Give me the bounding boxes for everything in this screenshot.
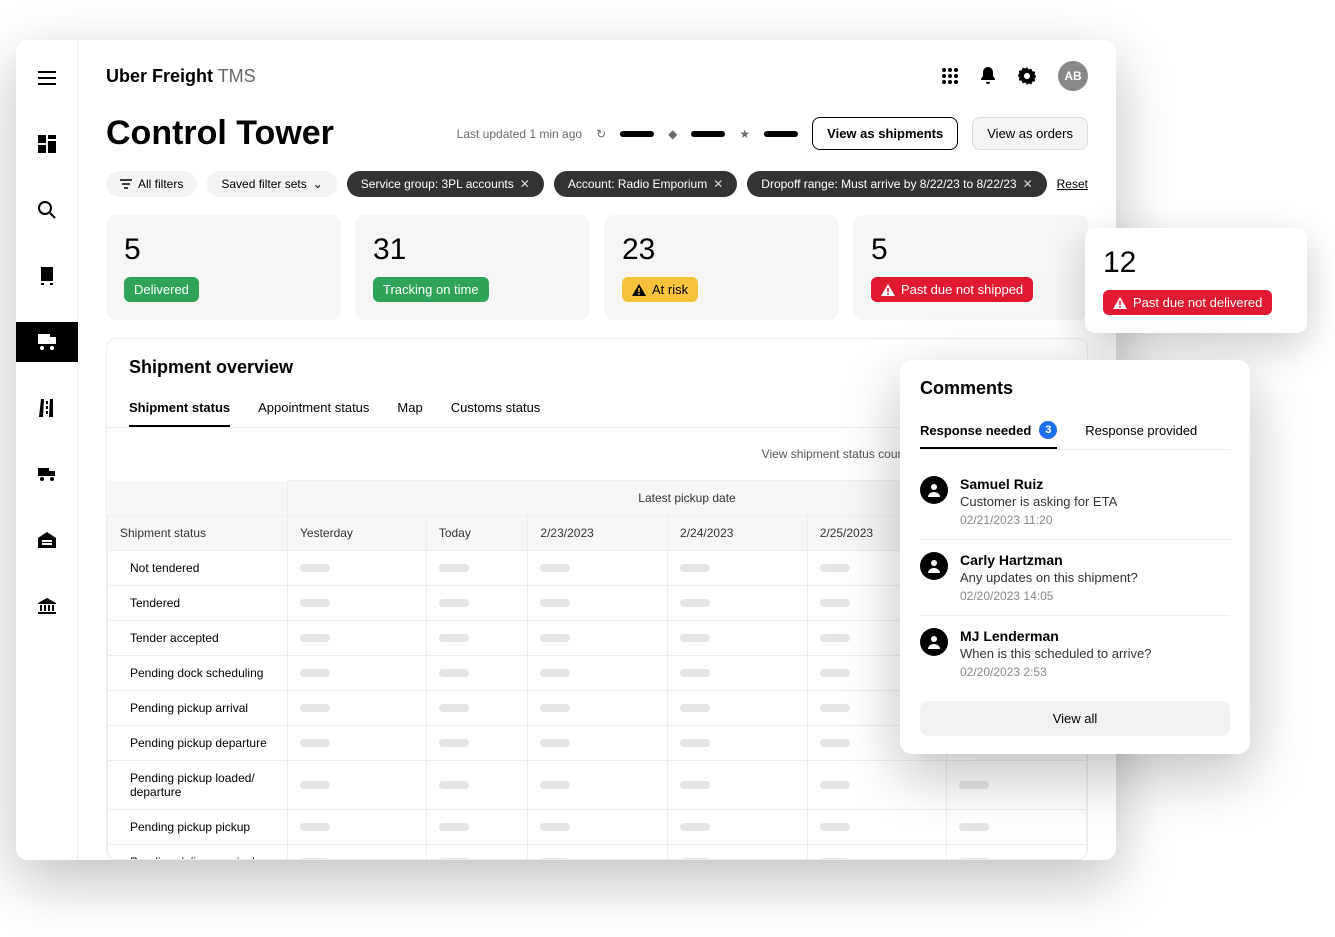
tab-customs-status[interactable]: Customs status (451, 390, 541, 427)
comment-item[interactable]: MJ LendermanWhen is this scheduled to ar… (920, 616, 1230, 691)
tab-response-needed[interactable]: Response needed3 (920, 413, 1057, 449)
comment-item[interactable]: Carly HartzmanAny updates on this shipme… (920, 540, 1230, 616)
comments-panel: Comments Response needed3 Response provi… (900, 360, 1250, 754)
close-icon[interactable]: ✕ (1023, 177, 1033, 191)
tab-shipment-status[interactable]: Shipment status (129, 390, 230, 427)
bank-icon[interactable] (27, 586, 67, 626)
brand: Uber Freight TMS (106, 66, 256, 87)
all-filters-chip[interactable]: All filters (106, 171, 197, 197)
filter-chip[interactable]: Service group: 3PL accounts✕ (347, 171, 544, 197)
status-card-overflow[interactable]: 12 Past due not delivered (1085, 228, 1307, 333)
view-as-orders-button[interactable]: View as orders (972, 117, 1088, 150)
table-row[interactable]: Pending pickup pickup (108, 810, 1087, 845)
comments-title: Comments (920, 378, 1230, 399)
tab-appointment-status[interactable]: Appointment status (258, 390, 369, 427)
reset-link[interactable]: Reset (1057, 177, 1088, 191)
user-icon (920, 552, 948, 580)
status-card[interactable]: 5Past due not shipped (853, 215, 1088, 320)
view-all-button[interactable]: View all (920, 701, 1230, 736)
topbar: Uber Freight TMS AB (106, 58, 1088, 94)
status-cards: 5Delivered 31Tracking on time 23At risk … (106, 215, 1088, 320)
close-icon[interactable]: ✕ (520, 177, 530, 191)
dashboard-icon[interactable] (27, 124, 67, 164)
avatar[interactable]: AB (1058, 61, 1088, 91)
status-card[interactable]: 31Tracking on time (355, 215, 590, 320)
status-card[interactable]: 5Delivered (106, 215, 341, 320)
comment-item[interactable]: Samuel RuizCustomer is asking for ETA02/… (920, 464, 1230, 540)
truck-icon[interactable] (27, 454, 67, 494)
user-icon (920, 476, 948, 504)
apps-icon[interactable] (942, 68, 958, 84)
saved-filters-chip[interactable]: Saved filter sets ⌄ (207, 171, 336, 197)
orders-icon[interactable] (27, 256, 67, 296)
user-icon (920, 628, 948, 656)
view-as-shipments-button[interactable]: View as shipments (812, 117, 958, 150)
gear-icon[interactable] (1018, 67, 1036, 85)
tab-map[interactable]: Map (397, 390, 422, 427)
status-card[interactable]: 23At risk (604, 215, 839, 320)
tab-response-provided[interactable]: Response provided (1085, 413, 1197, 449)
filter-row: All filters Saved filter sets ⌄ Service … (106, 171, 1088, 197)
sidebar (16, 40, 78, 860)
warehouse-icon[interactable] (27, 520, 67, 560)
last-updated: Last updated 1 min ago (457, 127, 582, 141)
table-row[interactable]: Pending delivery arrival (108, 845, 1087, 861)
refresh-icon[interactable]: ↻ (596, 127, 606, 141)
close-icon[interactable]: ✕ (713, 177, 723, 191)
table-row[interactable]: Pending pickup loaded/ departure (108, 761, 1087, 810)
menu-icon[interactable] (27, 58, 67, 98)
bell-icon[interactable] (980, 67, 996, 85)
road-icon[interactable] (27, 388, 67, 428)
page-title: Control Tower (106, 114, 334, 153)
filter-chip[interactable]: Dropoff range: Must arrive by 8/22/23 to… (747, 171, 1046, 197)
shipments-icon[interactable] (16, 322, 78, 362)
search-icon[interactable] (27, 190, 67, 230)
filter-chip[interactable]: Account: Radio Emporium✕ (554, 171, 737, 197)
